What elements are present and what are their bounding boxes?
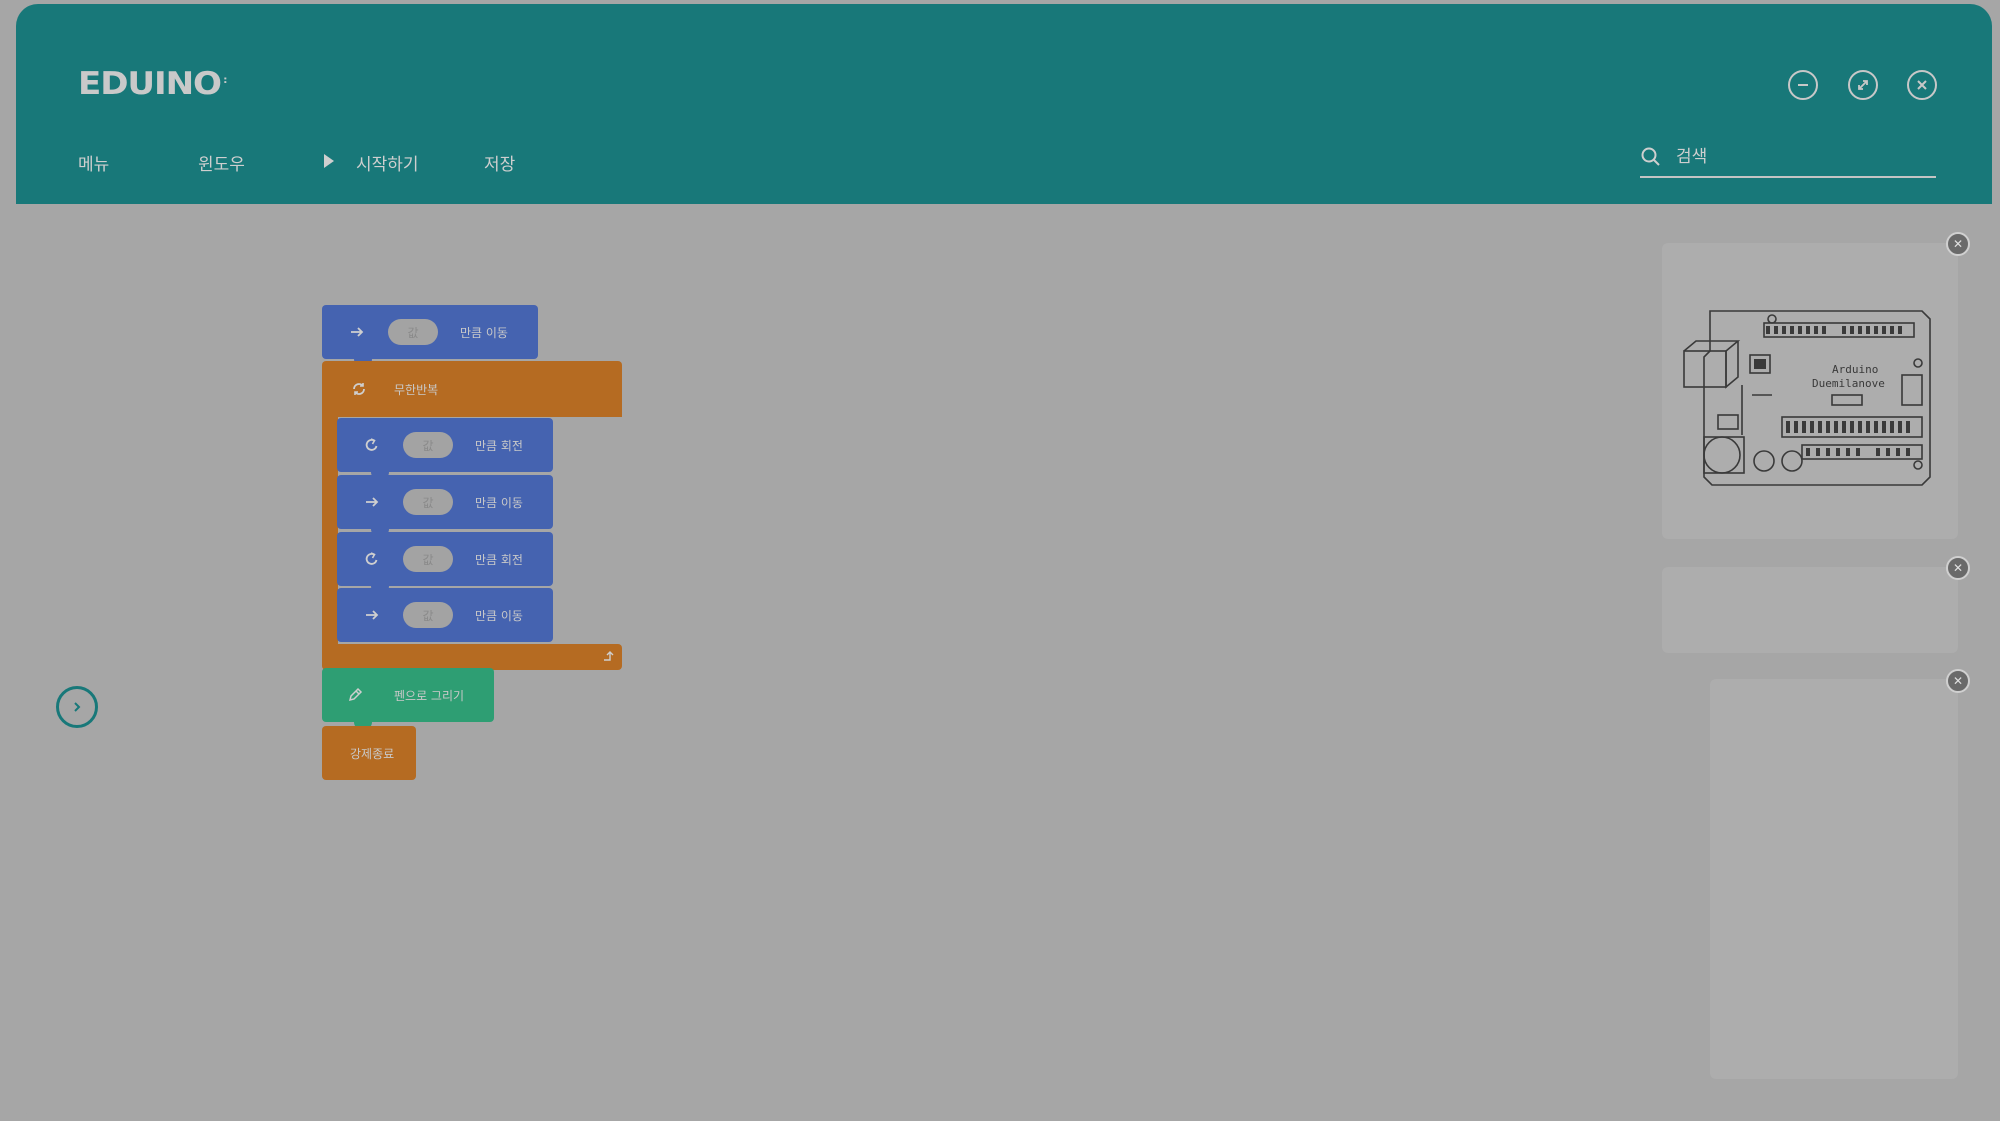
force-stop-block[interactable]: 강제종료 [322,726,416,780]
close-panel-button[interactable]: ✕ [1946,669,1970,693]
pen-draw-block[interactable]: 펜으로 그리기 [322,668,494,722]
close-icon: ✕ [1952,237,1964,251]
close-icon [1917,80,1927,90]
maximize-button[interactable] [1848,70,1878,100]
block-label: 펜으로 그리기 [394,688,465,703]
close-icon: ✕ [1952,674,1964,688]
block-label: 만큼 이동 [475,495,523,510]
block-label: 무한반복 [394,382,439,397]
minimize-button[interactable] [1788,70,1818,100]
rotate-icon [365,552,378,565]
loop-block-end [322,644,622,670]
search-input[interactable] [1676,144,1930,170]
nav-menu[interactable]: 메뉴 [78,150,109,175]
pencil-icon [348,687,363,702]
value-input[interactable]: 값 [403,432,453,458]
search-bar [1640,140,1936,178]
sidebar-toggle-button[interactable] [56,686,98,728]
block-label: 만큼 이동 [460,325,508,340]
minimize-icon [1798,84,1808,86]
arrow-right-icon [366,610,379,620]
arrow-right-icon [351,327,364,337]
eduino-logo: EDUINO: [78,66,228,102]
board-preview-panel: Arduino Duemilanove [1662,243,1958,539]
rotate-block[interactable]: 값 만큼 회전 [337,532,553,586]
value-input[interactable]: 값 [403,489,453,515]
block-label: 만큼 회전 [475,552,523,567]
nav-window[interactable]: 윈도우 [198,150,245,175]
loop-return-icon [604,651,614,661]
rotate-icon [365,438,378,451]
loop-block-arm [322,417,338,647]
play-icon[interactable] [324,154,334,168]
nav-save[interactable]: 저장 [484,150,515,175]
empty-panel [1662,567,1958,653]
rotate-block[interactable]: 값 만큼 회전 [337,418,553,472]
nav-start[interactable]: 시작하기 [356,150,419,175]
move-block[interactable]: 값 만큼 이동 [337,475,553,529]
block-label: 만큼 회전 [475,438,523,453]
value-input[interactable]: 값 [403,546,453,572]
move-block[interactable]: 값 만큼 이동 [337,588,553,642]
repeat-icon [353,383,365,395]
app-window: EDUINO: 메뉴 윈도우 시작하기 저장 값 만큼 이동 [16,4,1992,1117]
close-panel-button[interactable]: ✕ [1946,232,1970,256]
block-label: 만큼 이동 [475,608,523,623]
svg-text:Duemilanove: Duemilanove [1812,377,1885,390]
arduino-board-image: Arduino Duemilanove [1683,310,1931,486]
chevron-right-icon [74,702,81,712]
expand-icon [1858,80,1868,90]
svg-text:Arduino: Arduino [1832,363,1878,376]
search-icon [1641,147,1660,166]
block-label: 강제종료 [350,746,395,761]
arrow-right-icon [366,497,379,507]
close-panel-button[interactable]: ✕ [1946,556,1970,580]
close-button[interactable] [1907,70,1937,100]
close-icon: ✕ [1952,561,1964,575]
value-input[interactable]: 값 [403,602,453,628]
loop-block[interactable]: 무한반복 [322,361,622,417]
value-input[interactable]: 값 [388,319,438,345]
output-panel [1710,679,1958,1079]
header-bar: EDUINO: 메뉴 윈도우 시작하기 저장 [16,4,1992,204]
move-block[interactable]: 값 만큼 이동 [322,305,538,359]
